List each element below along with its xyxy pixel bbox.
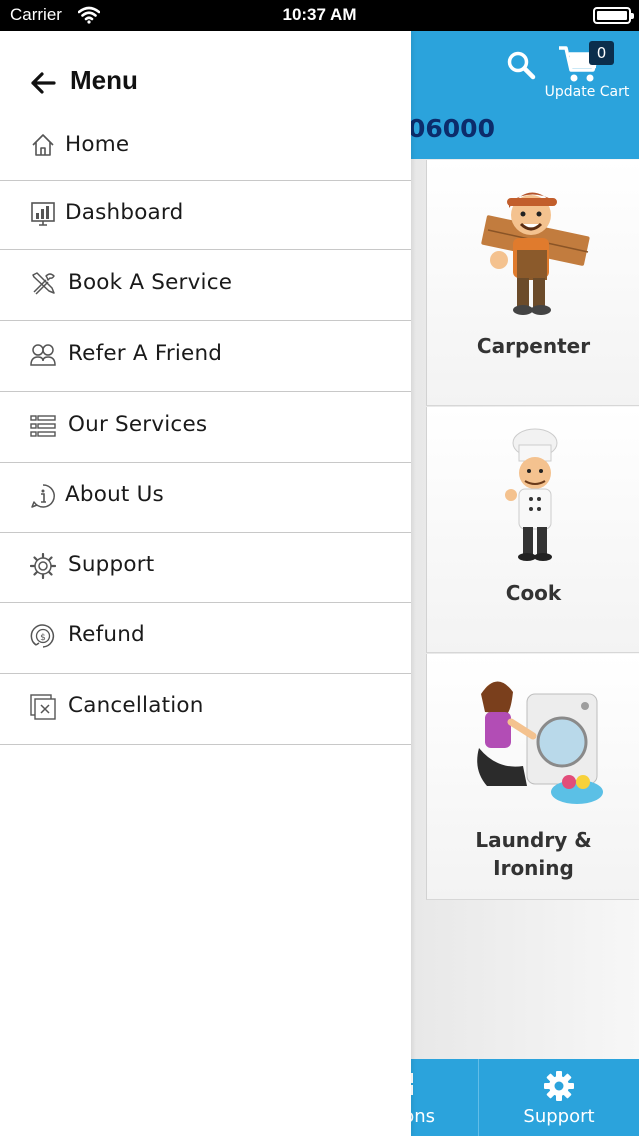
tools-icon [32,272,55,295]
phone-number: 06000 [408,114,495,143]
status-bar: Carrier 10:37 AM [0,0,639,31]
info-icon [31,484,55,508]
friends-icon [30,344,56,366]
menu-item-support[interactable]: Support [0,533,411,603]
menu-item-label: Support [68,552,155,577]
menu-item-cancellation[interactable]: Cancellation [0,674,411,745]
menu-item-about-us[interactable]: About Us [0,463,411,533]
menu-item-our-services[interactable]: Our Services [0,392,411,463]
service-grid: Carpenter Cook Laundry & Ironing [410,160,639,900]
clock: 10:37 AM [282,5,357,24]
dashboard-icon [31,202,55,226]
menu-item-dashboard[interactable]: Dashboard [0,181,411,250]
list-icon [30,415,56,437]
menu-item-label: Refer A Friend [68,341,223,366]
menu-item-refund[interactable]: $ Refund [0,603,411,674]
menu-item-label: Book A Service [68,270,233,295]
service-card-carpenter[interactable]: Carpenter [426,160,639,406]
drawer-header: Menu [0,31,411,113]
service-name: Cook [505,581,562,605]
menu-item-label: Dashboard [65,200,184,225]
menu-item-label: About Us [65,482,164,507]
svg-text:$: $ [40,633,46,643]
drawer-title: Menu [70,65,138,95]
menu-item-label: Refund [68,622,145,647]
service-name: Carpenter [476,334,591,358]
carpenter-illustration [481,192,590,315]
service-card-laundry[interactable]: Laundry & Ironing [426,654,639,900]
update-cart-label[interactable]: Update Cart [540,84,634,100]
menu-item-label: Home [65,132,130,157]
search-icon[interactable] [506,50,536,80]
service-name: Laundry & Ironing [475,828,592,880]
cart-count-badge: 0 [589,41,614,65]
nav-support-label[interactable]: Support [479,1106,639,1127]
back-arrow-icon[interactable] [30,71,56,95]
cancel-icon [30,694,56,720]
menu-item-label: Cancellation [68,693,204,718]
gear-icon [30,553,56,579]
service-card-cook[interactable]: Cook [426,407,639,653]
menu-item-home[interactable]: Home [0,113,411,181]
menu-item-label: Our Services [68,412,208,437]
laundry-illustration [477,681,603,804]
home-icon [32,134,54,156]
menu-item-book-service[interactable]: Book A Service [0,250,411,321]
support-gear-icon[interactable] [543,1070,575,1102]
side-drawer: Menu Home Dashboard Book A Service Refer… [0,31,411,1136]
refund-icon: $ [30,624,55,648]
menu-item-refer-friend[interactable]: Refer A Friend [0,321,411,392]
battery-icon [593,7,634,24]
chef-illustration [505,428,558,561]
